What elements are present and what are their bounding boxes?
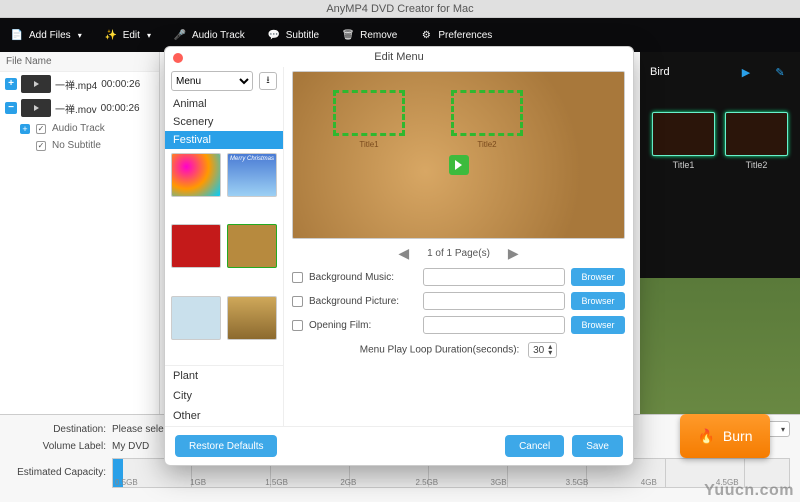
preferences-button[interactable]: ⚙Preferences <box>419 28 492 42</box>
audio-track-row[interactable]: + ✓ Audio Track <box>0 120 159 137</box>
expand-icon[interactable]: + <box>5 78 17 90</box>
remove-button[interactable]: 🗑Remove <box>341 28 397 42</box>
loop-label: Menu Play Loop Duration(seconds): <box>360 345 520 356</box>
preview-thumb[interactable]: Title2 <box>725 112 788 170</box>
edit-icon: ✨ <box>104 28 118 42</box>
file-row[interactable]: − 一禅.mov 00:00:26 <box>0 96 159 120</box>
next-page-button[interactable]: ▶ <box>508 245 519 262</box>
file-duration: 00:00:26 <box>101 79 140 90</box>
preview-thumb[interactable]: Title1 <box>652 112 715 170</box>
template-thumb[interactable] <box>171 224 221 268</box>
bg-music-browse-button[interactable]: Browser <box>571 268 625 286</box>
opening-film-checkbox[interactable] <box>292 320 303 331</box>
subtitle-button[interactable]: 💬Subtitle <box>267 28 319 42</box>
bg-music-checkbox[interactable] <box>292 272 303 283</box>
download-icon[interactable]: ⭳ <box>259 72 277 90</box>
file-duration: 00:00:26 <box>101 103 140 114</box>
opening-film-browse-button[interactable]: Browser <box>571 316 625 334</box>
template-thumb[interactable] <box>227 224 277 268</box>
bg-picture-label: Background Picture: <box>309 296 417 307</box>
file-name: 一禅.mp4 <box>55 77 97 92</box>
save-button[interactable]: Save <box>572 435 623 457</box>
bg-music-input[interactable] <box>423 268 565 286</box>
volume-label-label: Volume Label: <box>10 441 106 452</box>
bg-picture-browse-button[interactable]: Browser <box>571 292 625 310</box>
title-label: Title1 <box>333 140 405 149</box>
gear-icon: ⚙ <box>419 28 433 42</box>
close-icon[interactable] <box>173 53 183 63</box>
title-slot[interactable] <box>451 90 523 136</box>
bg-picture-input[interactable] <box>423 292 565 310</box>
burn-button[interactable]: 🔥 Burn <box>680 414 770 458</box>
preview-pane: Bird ▶ ✎ Title1 Title2 <box>640 52 800 462</box>
destination-label: Destination: <box>10 424 106 435</box>
menu-preview: Title1 Title2 <box>292 71 625 239</box>
bg-music-label: Background Music: <box>309 272 417 283</box>
play-icon[interactable] <box>449 155 469 175</box>
template-type-select[interactable]: Menu <box>171 71 253 91</box>
opening-film-label: Opening Film: <box>309 320 417 331</box>
category-item[interactable]: Other <box>165 406 283 426</box>
opening-film-input[interactable] <box>423 316 565 334</box>
title-slot[interactable] <box>333 90 405 136</box>
category-item[interactable]: City <box>165 386 283 406</box>
collapse-icon[interactable]: − <box>5 102 17 114</box>
template-thumb[interactable] <box>171 153 221 197</box>
add-audio-icon[interactable]: + <box>20 124 30 134</box>
add-files-icon: 📄 <box>10 28 24 42</box>
subtitle-row[interactable]: ✓ No Subtitle <box>0 137 159 154</box>
title-label: Title2 <box>451 140 523 149</box>
file-thumb <box>21 75 51 93</box>
checkbox[interactable]: ✓ <box>36 141 46 151</box>
template-thumb[interactable] <box>227 153 277 197</box>
restore-defaults-button[interactable]: Restore Defaults <box>175 435 277 457</box>
template-thumb[interactable] <box>227 296 277 340</box>
watermark: Yuucn.com <box>704 482 794 500</box>
file-thumb <box>21 99 51 117</box>
dialog-title: Edit Menu <box>374 51 424 63</box>
edit-menu-dialog: Edit Menu Menu ⭳ AnimalSceneryFestival P… <box>164 46 634 466</box>
file-row[interactable]: + 一禅.mp4 00:00:26 <box>0 72 159 96</box>
file-name: 一禅.mov <box>55 101 97 116</box>
preview-label: Bird <box>650 66 670 78</box>
prev-page-button[interactable]: ◀ <box>398 245 409 262</box>
file-list-panel: File Name + 一禅.mp4 00:00:26 − 一禅.mov 00:… <box>0 52 160 462</box>
subtitle-icon: 💬 <box>267 28 281 42</box>
loop-duration-stepper[interactable]: 30▴▾ <box>528 342 557 358</box>
cancel-button[interactable]: Cancel <box>505 435 564 457</box>
pager-label: 1 of 1 Page(s) <box>427 248 490 259</box>
bg-picture-checkbox[interactable] <box>292 296 303 307</box>
template-grid <box>165 149 283 365</box>
trash-icon: 🗑 <box>341 28 355 42</box>
template-thumb[interactable] <box>171 296 221 340</box>
add-files-button[interactable]: 📄Add Files▾ <box>10 28 82 42</box>
window-titlebar: AnyMP4 DVD Creator for Mac <box>0 0 800 18</box>
category-item[interactable]: Scenery <box>165 113 283 131</box>
mic-icon: 🎤 <box>173 28 187 42</box>
burn-icon: 🔥 <box>697 428 714 445</box>
audio-track-button[interactable]: 🎤Audio Track <box>173 28 245 42</box>
edit-preview-button[interactable]: ✎ <box>770 62 790 82</box>
category-item[interactable]: Plant <box>165 366 283 386</box>
play-button[interactable]: ▶ <box>736 62 756 82</box>
file-list-header: File Name <box>0 52 159 72</box>
edit-button[interactable]: ✨Edit▾ <box>104 28 151 42</box>
category-item[interactable]: Animal <box>165 95 283 113</box>
est-capacity-label: Estimated Capacity: <box>10 467 106 478</box>
checkbox[interactable]: ✓ <box>36 124 46 134</box>
category-item[interactable]: Festival <box>165 131 283 149</box>
